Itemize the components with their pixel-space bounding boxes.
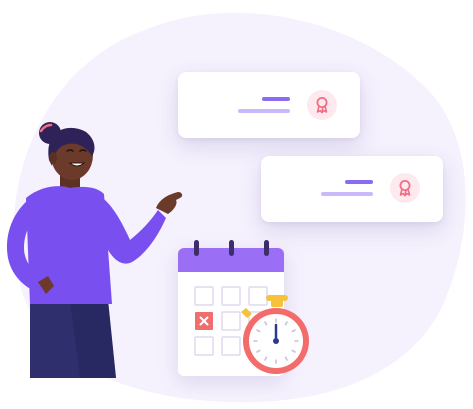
ribbon-award-icon: [307, 90, 337, 120]
ribbon-award-icon: [390, 173, 420, 203]
card-1-line-long: [238, 109, 290, 113]
card-1-line-short: [262, 97, 290, 101]
x-mark-icon: [195, 312, 213, 330]
card-2-line-short: [345, 180, 373, 184]
card-2-line-long: [321, 192, 373, 196]
illustration-stage: [0, 0, 473, 409]
info-card-2: [261, 156, 443, 222]
info-card-1: [178, 72, 360, 138]
